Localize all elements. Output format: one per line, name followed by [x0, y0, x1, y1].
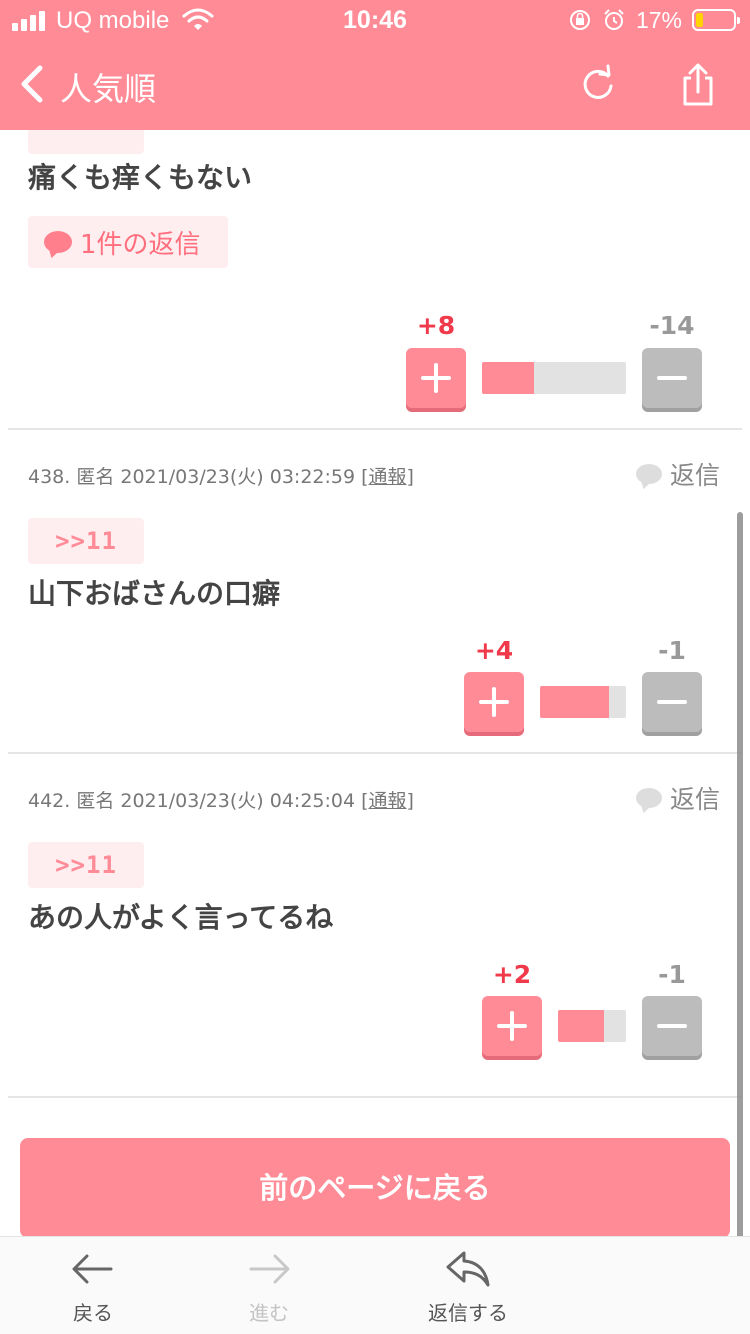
plus-vote-button[interactable] — [482, 996, 542, 1056]
vote-ratio-bar — [540, 686, 626, 718]
arrow-right-icon — [249, 1254, 290, 1284]
plus-vote-button[interactable] — [464, 672, 524, 732]
plus-count: +2 — [492, 960, 532, 989]
plus-count: +4 — [474, 636, 514, 665]
minus-count: -1 — [658, 636, 686, 665]
comment-meta: 438. 匿名 2021/03/23(火) 03:22:59 [通報] — [28, 462, 414, 489]
header: UQ mobile 10:46 17% 人気順 — [0, 0, 750, 130]
vote-ratio-bar — [558, 1010, 626, 1042]
toolbar-reply-button[interactable]: 返信する — [408, 1249, 528, 1326]
speech-bubble-icon — [44, 231, 72, 253]
scrollbar-thumb[interactable] — [737, 512, 743, 1262]
comment-text: 山下おばさんの口癖 — [28, 577, 281, 610]
alarm-icon — [604, 9, 624, 30]
reload-icon[interactable] — [578, 62, 618, 106]
speech-bubble-icon — [636, 464, 662, 484]
battery-level — [696, 13, 703, 27]
report-link[interactable]: [通報] — [361, 790, 414, 812]
comment-meta-text: 442. 匿名 2021/03/23(火) 04:25:04 — [28, 790, 362, 812]
comment-text: 痛くも痒くもない — [28, 161, 253, 194]
vote-ratio-bar — [482, 362, 626, 394]
rotation-lock-icon — [569, 10, 590, 30]
toolbar-back-label: 戻る — [73, 1301, 113, 1325]
divider — [8, 752, 742, 754]
navigation-bar: 人気順 — [0, 42, 750, 130]
minus-count: -14 — [649, 311, 695, 340]
battery-percent: 17% — [635, 6, 682, 33]
minus-count: -1 — [658, 960, 686, 989]
comment-meta: 442. 匿名 2021/03/23(火) 04:25:04 [通報] — [28, 786, 414, 813]
anchor-tag[interactable]: >>11 — [28, 518, 144, 564]
reply-count-label: 1件の返信 — [80, 229, 201, 260]
arrow-left-icon — [72, 1254, 113, 1284]
page-title: 人気順 — [60, 70, 157, 108]
share-icon[interactable] — [677, 62, 719, 108]
comment-list: 痛くも痒くもない 1件の返信 +8 -14 438. 匿名 2021/03/23… — [0, 0, 750, 1334]
plus-count: +8 — [416, 311, 456, 340]
minus-vote-button[interactable] — [642, 996, 702, 1056]
reply-label: 返信 — [670, 461, 721, 490]
status-right: 17% — [568, 6, 740, 34]
minus-vote-button[interactable] — [642, 348, 702, 408]
comment-meta-text: 438. 匿名 2021/03/23(火) 03:22:59 — [28, 466, 362, 488]
anchor-tag[interactable]: >>11 — [28, 842, 144, 888]
chevron-left-icon[interactable] — [14, 62, 54, 106]
vote-ratio-fill — [558, 1010, 604, 1042]
battery-icon — [692, 9, 740, 31]
vote-ratio-fill — [482, 362, 534, 394]
report-link[interactable]: [通報] — [361, 466, 414, 488]
reply-count-button[interactable]: 1件の返信 — [28, 216, 228, 268]
reply-button[interactable]: 返信 — [636, 456, 720, 492]
reply-label: 返信 — [670, 785, 721, 814]
bottom-toolbar: 戻る 進む 返信する — [0, 1236, 750, 1334]
divider — [8, 1096, 742, 1098]
status-bar: UQ mobile 10:46 17% — [0, 0, 750, 42]
divider — [8, 428, 742, 430]
speech-bubble-icon — [636, 788, 662, 808]
previous-page-button[interactable]: 前のページに戻る — [20, 1138, 730, 1238]
vote-ratio-fill — [540, 686, 609, 718]
toolbar-forward-label: 進む — [249, 1301, 289, 1325]
reply-arrow-icon — [446, 1251, 490, 1287]
plus-vote-button[interactable] — [406, 348, 466, 408]
comment-text: あの人がよく言ってるね — [28, 901, 334, 934]
toolbar-back-button[interactable]: 戻る — [33, 1249, 153, 1326]
reply-button[interactable]: 返信 — [636, 780, 720, 816]
toolbar-reply-label: 返信する — [428, 1301, 508, 1325]
minus-vote-button[interactable] — [642, 672, 702, 732]
toolbar-forward-button[interactable]: 進む — [209, 1249, 329, 1326]
